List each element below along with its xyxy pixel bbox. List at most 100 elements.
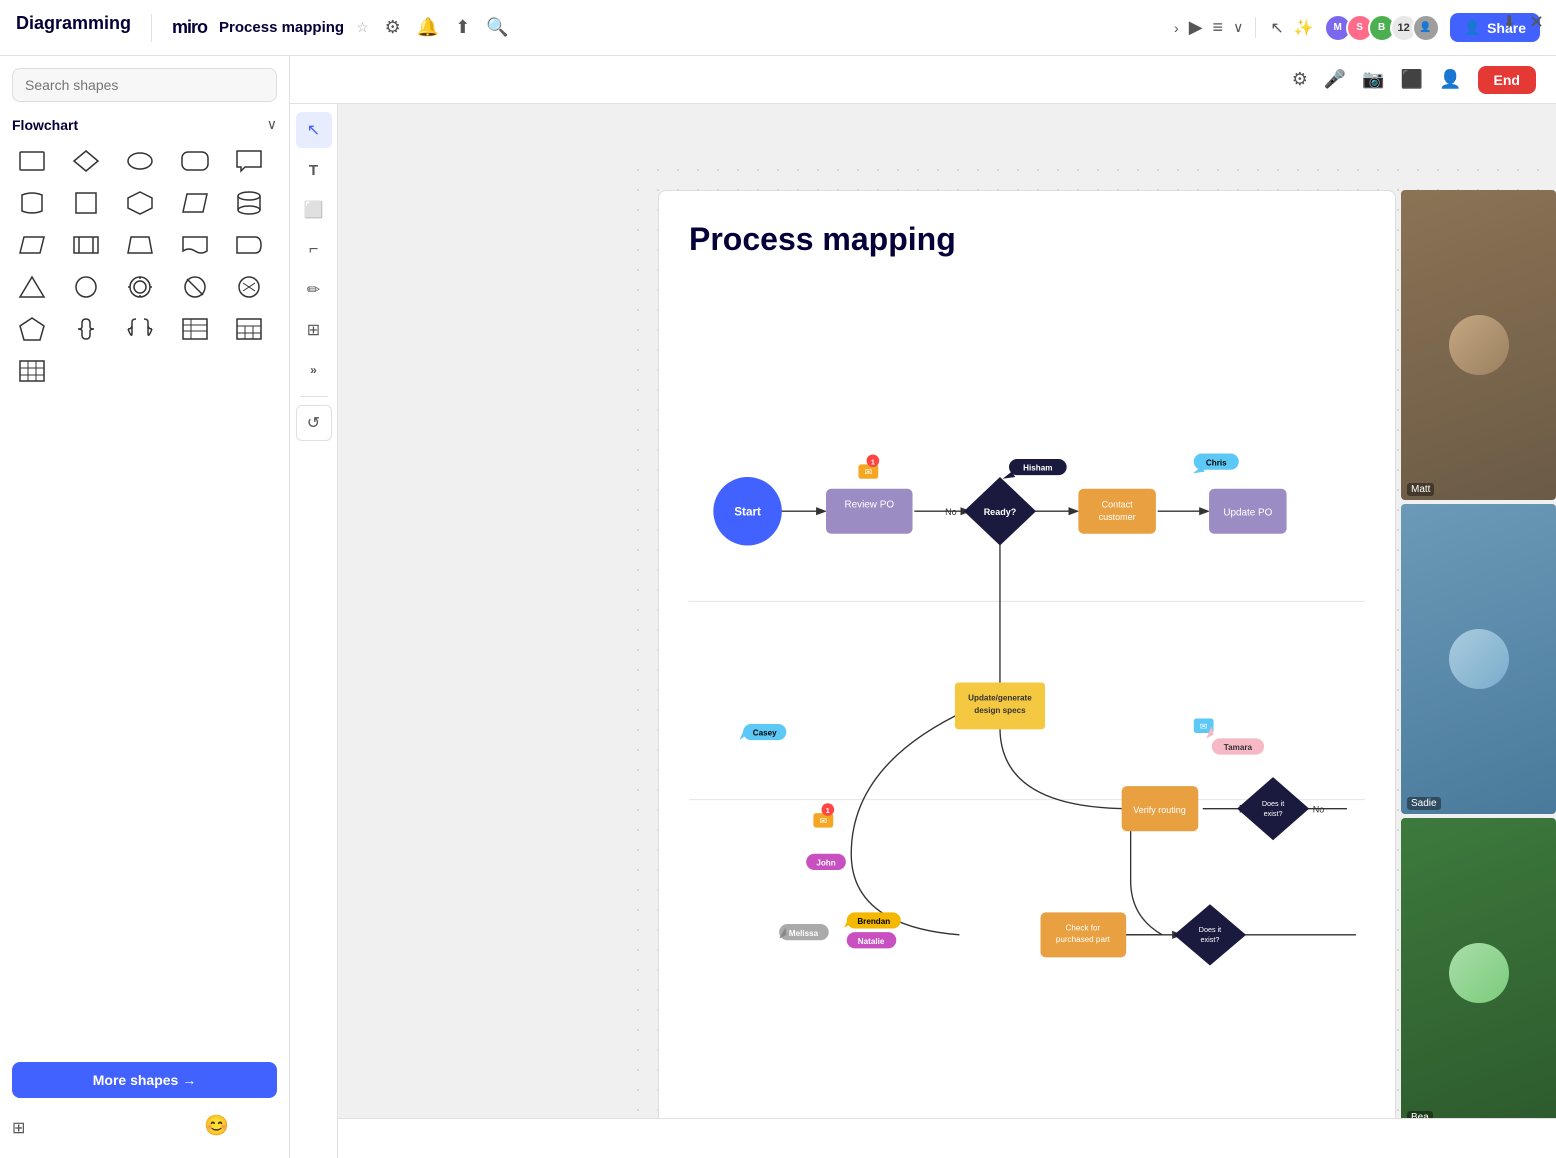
svg-text:Chris: Chris (1206, 458, 1227, 467)
svg-text:Hisham: Hisham (1023, 464, 1052, 473)
svg-text:Tamara: Tamara (1224, 743, 1253, 752)
grid-shape[interactable] (12, 353, 52, 389)
reaction-icon[interactable]: ✨ (1294, 18, 1314, 38)
close-button[interactable]: ✕ (1529, 12, 1544, 33)
contact-customer-node (1078, 489, 1156, 534)
download-button[interactable]: ⬇ (1503, 12, 1516, 32)
process-shape[interactable] (66, 227, 106, 263)
circle-shape[interactable] (66, 269, 106, 305)
review-po-node (826, 489, 913, 534)
video-name-sadie: Sadie (1407, 797, 1441, 810)
more-icon[interactable]: › (1174, 20, 1179, 36)
svg-text:1: 1 (826, 806, 830, 815)
table-shape[interactable] (229, 311, 269, 347)
top-bar: Diagramming ⬇ ✕ miro Process mapping ☆ ⚙… (0, 0, 1556, 56)
share-button[interactable]: 👤 Share (1450, 13, 1540, 42)
flowchart-svg: Start Review PO Ready? No Contact custom… (689, 298, 1365, 1094)
present-icon[interactable]: ▶ (1189, 17, 1203, 38)
collapse-icon[interactable]: ∨ (267, 116, 277, 133)
undo-button[interactable]: ↺ (296, 405, 332, 441)
screen-share-icon[interactable]: ⬛ (1401, 69, 1423, 90)
brace-shape[interactable] (66, 311, 106, 347)
pentagon-shape[interactable] (12, 311, 52, 347)
toolbar-icons: ⚙ 🔔 ⬆ 🔍 (385, 17, 509, 38)
target-shape[interactable] (120, 269, 160, 305)
prohibited-shape[interactable] (175, 269, 215, 305)
person-icon: 👤 (1464, 19, 1481, 36)
upload-icon[interactable]: ⬆ (455, 17, 470, 38)
curved-rect-shape[interactable] (12, 185, 52, 221)
svg-text:customer: customer (1099, 512, 1136, 522)
triangle-shape[interactable] (12, 269, 52, 305)
connector-tool[interactable]: ⌐ (296, 232, 332, 268)
sliders-icon[interactable]: ⚙ (1292, 69, 1308, 90)
app-title: Diagramming (16, 9, 131, 38)
flowchart-container: Start Review PO Ready? No Contact custom… (689, 298, 1365, 1094)
canvas-area[interactable]: Process mapping (628, 160, 1556, 1158)
svg-text:Ready?: Ready? (984, 507, 1017, 517)
chevron-down-icon[interactable]: ∨ (1233, 19, 1243, 36)
more-shapes-button[interactable]: More shapes → (12, 1062, 277, 1098)
top-bar-right: › ▶ ≡ ∨ ↖ ✨ M S B 12 👤 👤 Share (1174, 13, 1540, 42)
diamond-shape[interactable] (66, 143, 106, 179)
svg-text:design specs: design specs (974, 706, 1026, 715)
avatar-group: M S B 12 👤 (1324, 14, 1440, 42)
bottom-bar: ⊞ (290, 1118, 1556, 1158)
tool-sidebar: ↖ T ⬜ ⌐ ✏ ⊞ » ↺ (290, 104, 338, 1158)
pen-tool[interactable]: ✏ (296, 272, 332, 308)
rect-shape[interactable] (12, 143, 52, 179)
svg-text:Melissa: Melissa (789, 929, 819, 938)
mic-icon[interactable]: 🎤 (1324, 69, 1346, 90)
cursor-icon[interactable]: ↖ (1270, 18, 1283, 38)
oval-shape[interactable] (120, 143, 160, 179)
brace2-shape[interactable] (120, 311, 160, 347)
shapes-grid (12, 143, 277, 389)
panel-toggle-button[interactable]: ⊞ (12, 1118, 25, 1138)
svg-text:✉: ✉ (865, 467, 873, 477)
parallelogram-shape[interactable] (175, 185, 215, 221)
bell-icon[interactable]: 🔔 (417, 17, 439, 38)
svg-text:Start: Start (734, 506, 761, 519)
text-tool[interactable]: T (296, 152, 332, 188)
search-shapes-input[interactable] (12, 68, 277, 102)
search-icon[interactable]: 🔍 (486, 17, 508, 38)
star-icon[interactable]: ☆ (356, 19, 369, 36)
more-tools[interactable]: » (296, 352, 332, 388)
svg-text:Check for: Check for (1066, 923, 1101, 932)
svg-text:Does it: Does it (1199, 925, 1221, 934)
board-title: Process mapping (219, 19, 344, 36)
select-tool[interactable]: ↖ (296, 112, 332, 148)
svg-text:Does it: Does it (1262, 799, 1284, 808)
flowchart-label: Flowchart (12, 117, 78, 133)
presentation-tools: › ▶ ≡ ∨ (1174, 17, 1256, 38)
square-shape[interactable] (66, 185, 106, 221)
main-layout: Flowchart ∨ (0, 56, 1556, 1158)
camera-icon[interactable]: 📷 (1362, 69, 1384, 90)
svg-text:Brendan: Brendan (857, 917, 890, 926)
frame-tool[interactable]: ⊞ (296, 312, 332, 348)
notes-icon[interactable]: ≡ (1213, 17, 1224, 38)
svg-text:No: No (1313, 804, 1325, 814)
svg-text:John: John (816, 858, 835, 867)
shapes-sidebar: Flowchart ∨ (0, 56, 290, 1158)
trapezoid-shape[interactable] (120, 227, 160, 263)
svg-text:1: 1 (871, 457, 875, 466)
end-button[interactable]: End (1478, 66, 1536, 94)
emoji-button[interactable]: 😊 (204, 1113, 229, 1138)
svg-text:Update/generate: Update/generate (968, 694, 1032, 703)
svg-text:Update PO: Update PO (1223, 508, 1272, 519)
half-round-shape[interactable] (229, 227, 269, 263)
cylinder-shape[interactable] (229, 185, 269, 221)
callout-shape[interactable] (229, 143, 269, 179)
rounded-rect-shape[interactable] (175, 143, 215, 179)
add-person-icon[interactable]: 👤 (1439, 69, 1461, 90)
svg-text:No: No (945, 507, 957, 517)
io-shape[interactable] (12, 227, 52, 263)
gear-icon[interactable]: ⚙ (385, 17, 401, 38)
list-shape[interactable] (175, 311, 215, 347)
board-frame: Process mapping (658, 190, 1396, 1128)
doc-shape[interactable] (175, 227, 215, 263)
star-shape[interactable] (229, 269, 269, 305)
hexagon-shape[interactable] (120, 185, 160, 221)
sticky-note-tool[interactable]: ⬜ (296, 192, 332, 228)
